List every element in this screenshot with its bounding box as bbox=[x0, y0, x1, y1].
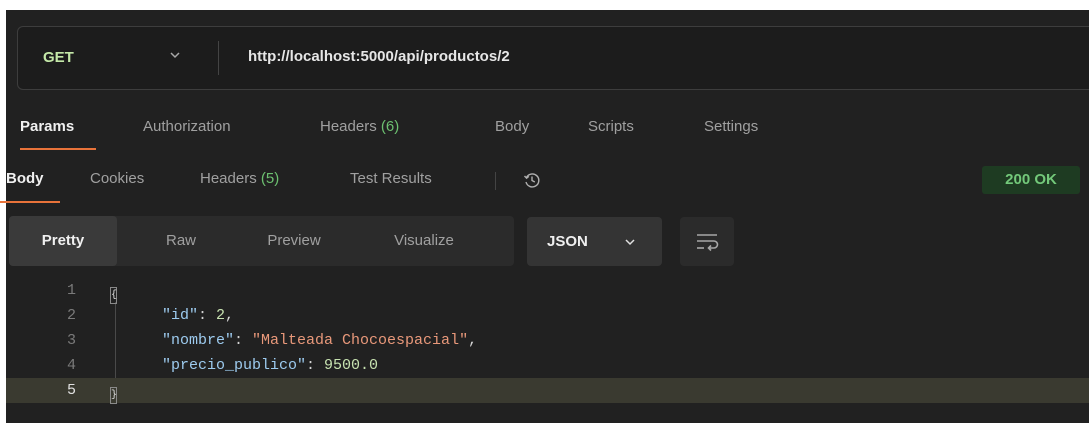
preview-button[interactable]: Preview bbox=[239, 216, 349, 266]
request-tabs: Params Authorization Headers (6) Body Sc… bbox=[0, 108, 1089, 152]
tab-cookies[interactable]: Cookies bbox=[90, 170, 144, 187]
code-text: "precio_publico": 9500.0 bbox=[162, 353, 378, 378]
active-tab-indicator bbox=[20, 148, 96, 150]
postman-request-window: GET http://localhost:5000/api/productos/… bbox=[0, 0, 1089, 423]
visualize-button[interactable]: Visualize bbox=[359, 216, 489, 266]
open-brace: { bbox=[110, 287, 117, 304]
tab-headers-label: Headers bbox=[320, 118, 377, 135]
line-number: 2 bbox=[66, 307, 76, 324]
code-text: "id": 2, bbox=[162, 303, 234, 328]
chevron-down-icon[interactable] bbox=[168, 48, 182, 62]
tab-body[interactable]: Body bbox=[495, 118, 529, 135]
pretty-button[interactable]: Pretty bbox=[9, 216, 117, 266]
wrap-lines-button[interactable] bbox=[680, 217, 734, 266]
status-badge: 200 OK bbox=[982, 166, 1080, 194]
json-separator: : bbox=[234, 332, 253, 349]
url-divider bbox=[218, 41, 219, 75]
json-separator: : bbox=[306, 357, 325, 374]
json-number: 2 bbox=[216, 307, 226, 324]
json-comma: , bbox=[225, 307, 235, 324]
code-line: 4 "precio_publico": 9500.0 bbox=[6, 353, 1089, 378]
json-comma: , bbox=[468, 332, 478, 349]
tab-response-headers-label: Headers bbox=[200, 170, 257, 187]
json-key: "precio_publico" bbox=[162, 357, 307, 374]
code-line: 1 { bbox=[6, 278, 1089, 304]
line-number: 1 bbox=[66, 282, 76, 299]
response-tabs: Body Cookies Headers (5) Test Results 20… bbox=[0, 160, 1089, 204]
tab-params[interactable]: Params bbox=[20, 118, 74, 135]
url-input[interactable]: http://localhost:5000/api/productos/2 bbox=[248, 48, 510, 65]
url-bar: GET http://localhost:5000/api/productos/… bbox=[17, 26, 1089, 90]
line-number: 4 bbox=[66, 357, 76, 374]
tab-response-headers[interactable]: Headers (5) bbox=[200, 170, 279, 187]
tab-test-results[interactable]: Test Results bbox=[350, 170, 432, 187]
tab-scripts[interactable]: Scripts bbox=[588, 118, 634, 135]
method-select[interactable]: GET bbox=[43, 49, 74, 66]
json-number: 9500.0 bbox=[324, 357, 379, 374]
response-body-editor[interactable]: 1 { 2 "id": 2, 3 "nombre": "Malteada Cho… bbox=[6, 278, 1089, 423]
code-text: { bbox=[110, 278, 117, 304]
json-key: "nombre" bbox=[162, 332, 235, 349]
active-response-tab-indicator bbox=[0, 201, 60, 203]
code-text: } bbox=[110, 378, 117, 404]
tab-authorization[interactable]: Authorization bbox=[143, 118, 231, 135]
format-label: JSON bbox=[547, 233, 588, 250]
code-line: 2 "id": 2, bbox=[6, 303, 1089, 328]
tab-settings[interactable]: Settings bbox=[704, 118, 758, 135]
format-select[interactable]: JSON bbox=[527, 217, 662, 266]
json-string: "Malteada Chocoespacial" bbox=[252, 332, 469, 349]
view-mode-group: Pretty Raw Preview Visualize bbox=[9, 216, 514, 266]
line-number: 3 bbox=[66, 332, 76, 349]
tab-response-body[interactable]: Body bbox=[6, 170, 44, 187]
tab-divider bbox=[495, 172, 496, 190]
top-edge bbox=[0, 0, 1089, 10]
chevron-down-icon bbox=[625, 239, 635, 246]
json-separator: : bbox=[198, 307, 217, 324]
raw-button[interactable]: Raw bbox=[131, 216, 231, 266]
line-number: 5 bbox=[66, 382, 76, 399]
code-line-current: 5 } bbox=[6, 378, 1089, 404]
code-line: 3 "nombre": "Malteada Chocoespacial", bbox=[6, 328, 1089, 353]
code-text: "nombre": "Malteada Chocoespacial", bbox=[162, 328, 477, 353]
tab-headers[interactable]: Headers (6) bbox=[320, 118, 399, 135]
wrap-lines-icon bbox=[697, 234, 719, 252]
close-brace: } bbox=[110, 387, 117, 404]
tab-response-headers-count: (5) bbox=[260, 170, 280, 187]
tab-headers-count: (6) bbox=[380, 118, 400, 135]
json-key: "id" bbox=[162, 307, 199, 324]
history-icon[interactable] bbox=[522, 170, 542, 190]
